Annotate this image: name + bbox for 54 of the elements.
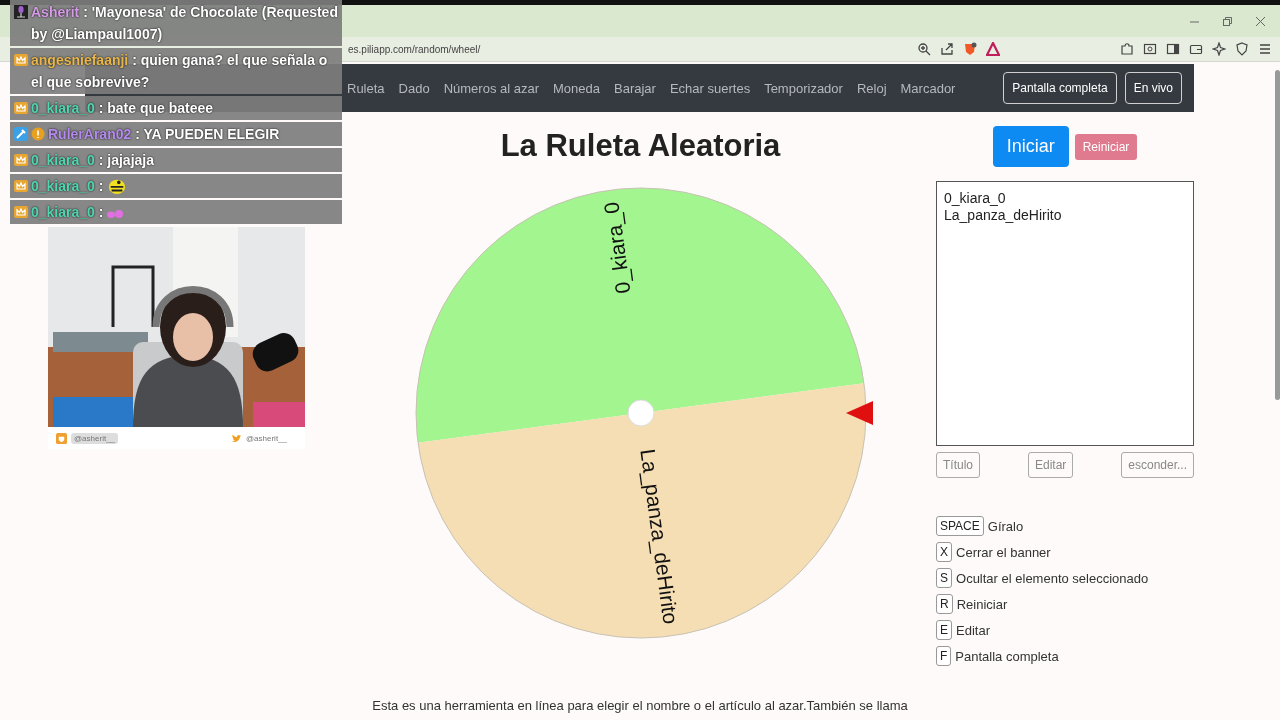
entry-button[interactable]: esconder... <box>1121 452 1194 478</box>
description-text: Esta es una herramienta en línea para elegir el nombre o el artículo al azar.También se llama <box>372 698 908 713</box>
handle-label: @asherit__ <box>245 433 287 443</box>
chat-message: Asherit : 'Mayonesa' de Chocolate (Requested by @Liampaul1007) <box>31 3 338 44</box>
key-label: R <box>936 594 953 614</box>
nav-link[interactable]: Ruleta <box>347 80 385 96</box>
key-label: F <box>936 646 952 666</box>
shortcut-label: Gíralo <box>987 518 1024 534</box>
wheel-hub <box>627 399 654 427</box>
menu-icon[interactable] <box>1258 42 1272 56</box>
shortcut-label: Ocultar el elemento seleccionado <box>956 570 1149 586</box>
chat-message: 0_kiara_0 : <box>31 177 104 196</box>
entries-field[interactable]: 0_kiara_0 La_panza_deHirito <box>936 181 1194 446</box>
sparkle-icon[interactable] <box>1212 42 1226 56</box>
start-button[interactable]: Iniciar <box>992 126 1069 167</box>
chat-message: 0_kiara_0 : jajajaja <box>31 151 154 170</box>
key-label: S <box>936 568 952 588</box>
wallet-icon[interactable] <box>1189 42 1203 56</box>
shortcut-label: Pantalla completa <box>955 648 1059 664</box>
nav-link[interactable]: Reloj <box>856 80 887 96</box>
entry-button[interactable]: Editar <box>1027 452 1074 478</box>
shortcut-label: Editar <box>956 622 990 638</box>
chat-message: RulerAran02 : YA PUEDEN ELEGIR <box>48 125 280 144</box>
nav-link[interactable]: Temporizador <box>764 80 843 96</box>
nav-link[interactable]: Dado <box>398 80 430 96</box>
triangle-icon[interactable] <box>986 42 1000 56</box>
restore-icon[interactable] <box>1222 15 1233 27</box>
zoom-icon[interactable] <box>917 42 931 56</box>
key-label: X <box>936 542 952 562</box>
chat-message: 0_kiara_0 : <box>31 203 104 222</box>
key-label: E <box>936 620 952 640</box>
nav-link[interactable]: Marcador <box>900 80 956 96</box>
nav-link[interactable]: Barajar <box>614 80 656 96</box>
page-title: La Ruleta Aleatoria <box>500 128 781 164</box>
nav-button[interactable]: En vivo <box>1124 72 1182 104</box>
streaming-logo-icon <box>56 432 67 444</box>
bird-icon <box>230 432 242 444</box>
handle-label: @asherit__ <box>71 432 119 444</box>
shortcut-label: Reiniciar <box>956 596 1008 612</box>
key-label: SPACE <box>936 516 984 536</box>
shortcut-label: Cerrar el banner <box>956 544 1051 560</box>
share-icon[interactable] <box>940 42 954 56</box>
chat-message: angesniefaanji : quien gana? el que señala o el que sobrevive? <box>31 51 329 92</box>
close-icon[interactable] <box>1255 15 1266 27</box>
shield-icon[interactable] <box>1235 42 1249 56</box>
nav-link[interactable]: Echar suertes <box>669 80 751 96</box>
segment-label: 0_kiara_0 <box>599 200 634 296</box>
entry-button[interactable]: Título <box>936 452 980 478</box>
nav-link[interactable]: Números al azar <box>443 80 540 96</box>
nav-link[interactable]: Moneda <box>553 80 600 96</box>
sidebar-icon[interactable] <box>1166 42 1180 56</box>
pointer-icon <box>845 401 873 425</box>
nav-button[interactable]: Pantalla completa <box>1003 72 1117 104</box>
chat-message: 0_kiara_0 : bate que bateee <box>31 99 214 118</box>
